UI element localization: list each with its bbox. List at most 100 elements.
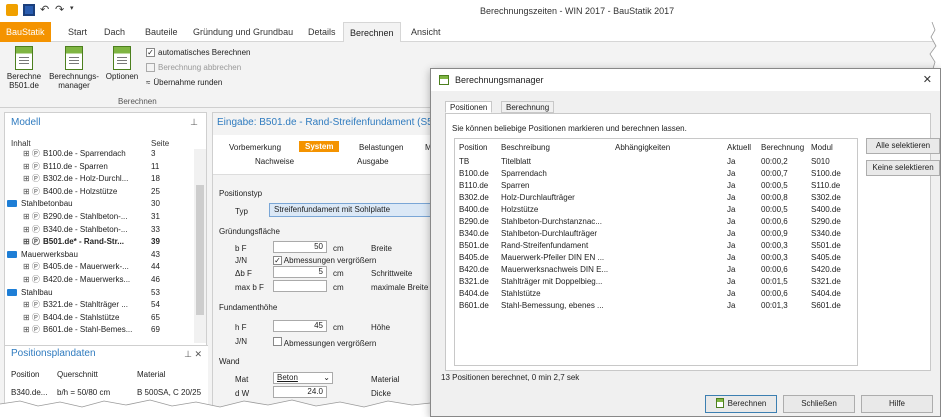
tab-nachweise[interactable]: Nachweise (255, 157, 294, 166)
stop-icon (146, 63, 155, 72)
list-row[interactable]: B321.de Stahlträger mit Doppelbieg... Ja 00… (455, 277, 855, 287)
panel-controls[interactable]: ⊥ ✕ (184, 349, 202, 360)
dbf-unit: cm (333, 269, 344, 278)
close-icon[interactable]: ✕ (923, 73, 932, 86)
tree-label: B400.de - Holzstütze (43, 186, 118, 196)
calculator-manager-icon (65, 46, 83, 70)
abm2-label: Abmessungen vergrößern (283, 339, 377, 348)
hilfe-button[interactable]: Hilfe (861, 395, 933, 413)
list-row[interactable]: B110.de Sparren Ja 00:00,5 S110.de (455, 181, 855, 191)
berechnungsmanager-button[interactable]: Berechnungs-manager (48, 46, 100, 90)
section-positionstyp: Positionstyp (219, 189, 263, 198)
select-all-button[interactable]: Alle selektieren (866, 138, 940, 154)
undo-icon[interactable]: ↶ (40, 4, 50, 16)
tab-ausgabe[interactable]: Ausgabe (357, 157, 389, 166)
save-icon[interactable] (23, 4, 35, 16)
list-row[interactable]: B501.de Rand-Streifenfundament Ja 00:00,3 S5… (455, 241, 855, 251)
list-cell: S601.de (811, 301, 841, 310)
list-row[interactable]: B290.de Stahlbeton-Durchstanznac... Ja 00:0… (455, 217, 855, 227)
abm-checkbox[interactable]: ✓ Abmessungen vergrößern (273, 256, 376, 265)
tree-label: B404.de - Stahlstütze (43, 312, 120, 322)
eingabe-tabs: Vorbemerkung System Belastungen M Nachwe… (213, 135, 437, 175)
list-cell: 00:00,3 (761, 241, 788, 250)
dbf-input[interactable]: 5 (273, 266, 327, 278)
tab-dach[interactable]: Dach (98, 22, 131, 42)
col-material: Material (137, 370, 166, 379)
schliessen-button[interactable]: Schließen (783, 395, 855, 413)
bf-input[interactable]: 50 (273, 241, 327, 253)
list-row[interactable]: B420.de Mauerwerksnachweis DIN E... Ja 00:0… (455, 265, 855, 275)
tab-vorbemerkung[interactable]: Vorbemerkung (229, 143, 281, 152)
tab-baustatik[interactable]: BauStatik (0, 22, 51, 42)
list-row[interactable]: B100.de Sparrendach Ja 00:00,7 S100.de (455, 169, 855, 179)
positions-list[interactable]: Position Beschreibung Abhängigkeiten Akt… (454, 138, 858, 366)
tree-scrollbar[interactable] (194, 149, 206, 343)
scrollbar-thumb[interactable] (196, 185, 204, 315)
ribbon-group-label: Berechnen (118, 97, 157, 106)
list-cell: Sparren (501, 181, 530, 190)
list-row[interactable]: B405.de Mauerwerk-Pfeiler DIN EN ... Ja 00:… (455, 253, 855, 263)
bf-unit: cm (333, 244, 344, 253)
list-cell: Mauerwerk-Pfeiler DIN EN ... (501, 253, 605, 262)
list-cell: Ja (727, 157, 736, 166)
tree-label: B340.de - Stahlbeton-... (43, 224, 128, 234)
berechnen-button[interactable]: Berechnen (705, 395, 777, 413)
auto-calc-label: automatisches Berechnen (158, 48, 251, 57)
hf-input[interactable]: 45 (273, 320, 327, 332)
col-position: Position (459, 143, 488, 152)
position-node-icon: ⊞ Ⓟ (23, 300, 40, 310)
round-transfer-button[interactable]: ≈ Übernahme runden (146, 78, 222, 87)
list-row[interactable]: TB Titelblatt Ja 00:00,2 S010 (455, 157, 855, 167)
auto-calc-checkbox[interactable]: ✓ automatisches Berechnen (146, 48, 251, 57)
list-cell: Ja (727, 205, 736, 214)
list-cell: Ja (727, 277, 736, 286)
tab-gruendung[interactable]: Gründung und Grundbau (187, 22, 299, 42)
tab-berechnung[interactable]: Berechnung (501, 101, 555, 113)
tab-bauteile[interactable]: Bauteile (139, 22, 184, 42)
typ-select[interactable]: Streifenfundament mit Sohlplatte (269, 203, 437, 217)
list-row[interactable]: B400.de Holzstütze Ja 00:00,5 S400.de (455, 205, 855, 215)
tab-berechnen[interactable]: Berechnen (343, 22, 401, 43)
modell-panel: Modell ⊥ Inhalt Seite ⊞ Ⓟ B100.de - Sparr… (4, 112, 208, 417)
tree-label: B601.de - Stahl-Bemes... (43, 325, 133, 335)
list-cell: 00:00,6 (761, 289, 788, 298)
list-row[interactable]: B340.de Stahlbeton-Durchlaufträger Ja 00:00… (455, 229, 855, 239)
customize-dropdown-icon[interactable]: ▾ (70, 4, 76, 16)
position-node-icon: ⊞ Ⓟ (23, 149, 40, 158)
tab-ansicht[interactable]: Ansicht (405, 22, 447, 42)
optionen-button[interactable]: Optionen (104, 46, 140, 81)
redo-icon[interactable]: ↷ (55, 4, 65, 16)
pin-icon[interactable]: ⊥ (190, 117, 198, 128)
position-node-icon: ⊞ Ⓟ (23, 262, 40, 272)
jn2-label: J/N (235, 337, 247, 346)
position-node-icon: ⊞ Ⓟ (23, 224, 40, 234)
list-cell: Sparrendach (501, 169, 547, 178)
tree-label: B302.de - Holz-Durchl... (43, 174, 129, 184)
list-cell: B404.de (459, 289, 489, 298)
tab-start[interactable]: Start (62, 22, 93, 42)
tab-details[interactable]: Details (302, 22, 342, 42)
select-none-button[interactable]: Keine selektieren (866, 160, 940, 176)
tab-system[interactable]: System (299, 141, 340, 152)
list-row[interactable]: B302.de Holz-Durchlaufträger Ja 00:00,8 S302… (455, 193, 855, 203)
modell-title: Modell (11, 117, 41, 128)
list-row[interactable]: B601.de Stahl-Bemessung, ebenes ... Ja 00:0… (455, 301, 855, 311)
tab-belastungen[interactable]: Belastungen (359, 143, 403, 152)
berechne-button[interactable]: Berechne B501.de (4, 46, 44, 90)
tree-label: B100.de - Sparrendach (43, 149, 126, 158)
list-cell: Stahlstütze (501, 289, 541, 298)
list-cell: Ja (727, 265, 736, 274)
position-node-icon: ⊞ Ⓟ (23, 275, 40, 284)
abort-calc-button[interactable]: Berechnung abbrechen (146, 63, 241, 72)
abm2-checkbox[interactable]: Abmessungen vergrößern (273, 337, 376, 348)
app-logo-icon[interactable] (6, 4, 18, 16)
mat-select[interactable]: Beton ⌄ (273, 372, 333, 384)
maxbf-input[interactable] (273, 280, 327, 292)
col-berechnung: Berechnung (761, 143, 805, 152)
list-row[interactable]: B404.de Stahlstütze Ja 00:00,6 S404.de (455, 289, 855, 299)
list-cell: 00:00,8 (761, 193, 788, 202)
position-node-icon: ⊞ Ⓟ (23, 237, 40, 247)
list-cell: S321.de (811, 277, 841, 286)
tab-positionen[interactable]: Positionen (445, 101, 493, 113)
col-seite: Seite (151, 139, 170, 148)
